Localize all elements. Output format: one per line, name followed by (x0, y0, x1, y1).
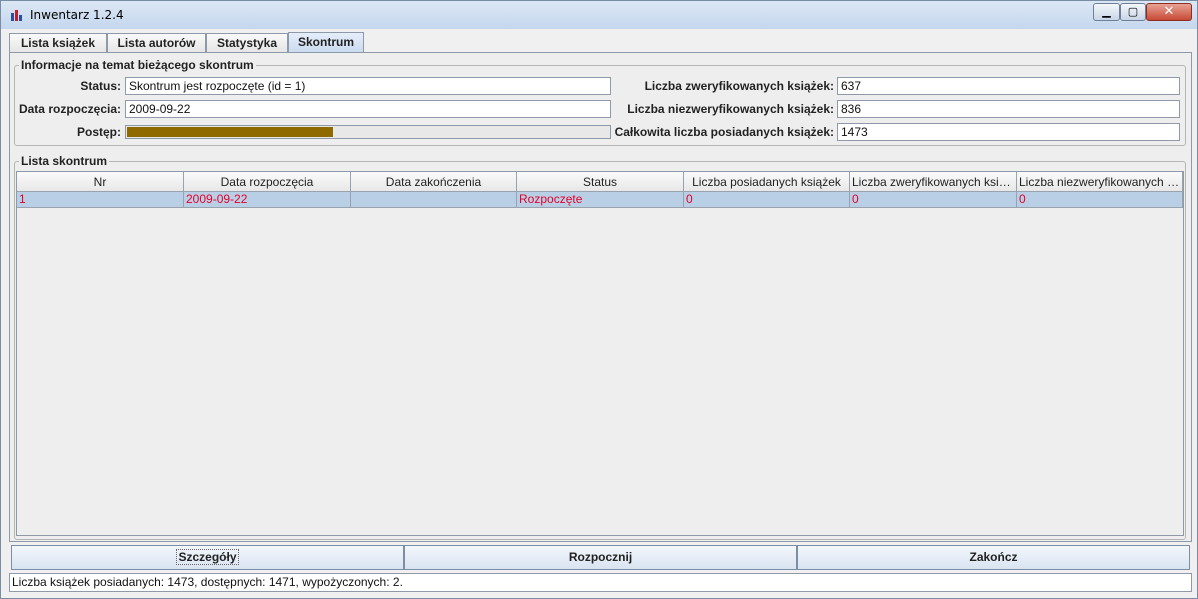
details-button-label: Szczegóły (176, 549, 239, 565)
start-date-label: Data rozpoczęcia: (18, 102, 121, 116)
column-header-verified-books[interactable]: Liczba zweryfikowanych ksią... (850, 172, 1017, 192)
details-button[interactable]: Szczegóły (11, 545, 404, 570)
tab-statystyka[interactable]: Statystyka (206, 33, 288, 53)
progress-label: Postęp: (76, 125, 121, 139)
app-window: Inwentarz 1.2.4 ▁ ▢ ✕ Lista książek List… (0, 0, 1198, 599)
table-row[interactable]: 1 2009-09-22 Rozpoczęte 0 0 0 (17, 192, 1183, 208)
inventory-list-legend: Lista skontrum (21, 154, 108, 168)
cell-owned-books: 0 (684, 192, 850, 208)
status-bar: Liczba książek posiadanych: 1473, dostęp… (9, 573, 1192, 592)
verified-books-label: Liczba zweryfikowanych książek: (644, 79, 834, 93)
minimize-icon: ▁ (1102, 5, 1111, 18)
start-date-field[interactable]: 2009-09-22 (125, 100, 611, 118)
tab-skontrum[interactable]: Skontrum (288, 32, 364, 53)
app-chart-icon (11, 10, 22, 21)
cell-end-date (351, 192, 517, 208)
cell-verified-books: 0 (850, 192, 1017, 208)
status-label: Status: (80, 79, 121, 93)
column-header-owned-books[interactable]: Liczba posiadanych książek (684, 172, 850, 192)
window-title: Inwentarz 1.2.4 (30, 8, 124, 22)
column-header-unverified-books[interactable]: Liczba niezweryfikowanych k... (1017, 172, 1183, 192)
close-icon: ✕ (1163, 4, 1175, 19)
inventory-table[interactable]: Nr Data rozpoczęcia Data zakończenia Sta… (16, 171, 1184, 536)
current-inventory-legend: Informacje na temat bieżącego skontrum (21, 58, 254, 72)
total-books-field[interactable]: 1473 (837, 123, 1180, 141)
maximize-icon: ▢ (1127, 5, 1139, 18)
cell-status: Rozpoczęte (517, 192, 684, 208)
progress-fill (127, 127, 334, 137)
cell-nr: 1 (17, 192, 184, 208)
finish-button[interactable]: Zakończ (797, 545, 1190, 570)
table-header: Nr Data rozpoczęcia Data zakończenia Sta… (17, 172, 1183, 192)
close-button[interactable]: ✕ (1146, 3, 1192, 21)
total-books-label: Całkowita liczba posiadanych książek: (614, 125, 834, 139)
cell-start-date: 2009-09-22 (184, 192, 351, 208)
column-header-nr[interactable]: Nr (17, 172, 184, 192)
title-bar[interactable]: Inwentarz 1.2.4 ▁ ▢ ✕ (1, 1, 1197, 29)
maximize-button[interactable]: ▢ (1120, 3, 1146, 21)
tab-lista-autorow[interactable]: Lista autorów (107, 33, 206, 53)
column-header-end-date[interactable]: Data zakończenia (351, 172, 517, 192)
minimize-button[interactable]: ▁ (1093, 3, 1120, 21)
progress-bar (125, 125, 611, 139)
verified-books-field[interactable]: 637 (837, 77, 1180, 95)
cell-unverified-books: 0 (1017, 192, 1183, 208)
status-field[interactable]: Skontrum jest rozpoczęte (id = 1) (125, 77, 611, 95)
unverified-books-label: Liczba niezweryfikowanych książek: (627, 102, 834, 116)
unverified-books-field[interactable]: 836 (837, 100, 1180, 118)
start-button[interactable]: Rozpocznij (404, 545, 797, 570)
column-header-status[interactable]: Status (517, 172, 684, 192)
column-header-start-date[interactable]: Data rozpoczęcia (184, 172, 351, 192)
tab-lista-ksiazek[interactable]: Lista książek (9, 33, 107, 53)
